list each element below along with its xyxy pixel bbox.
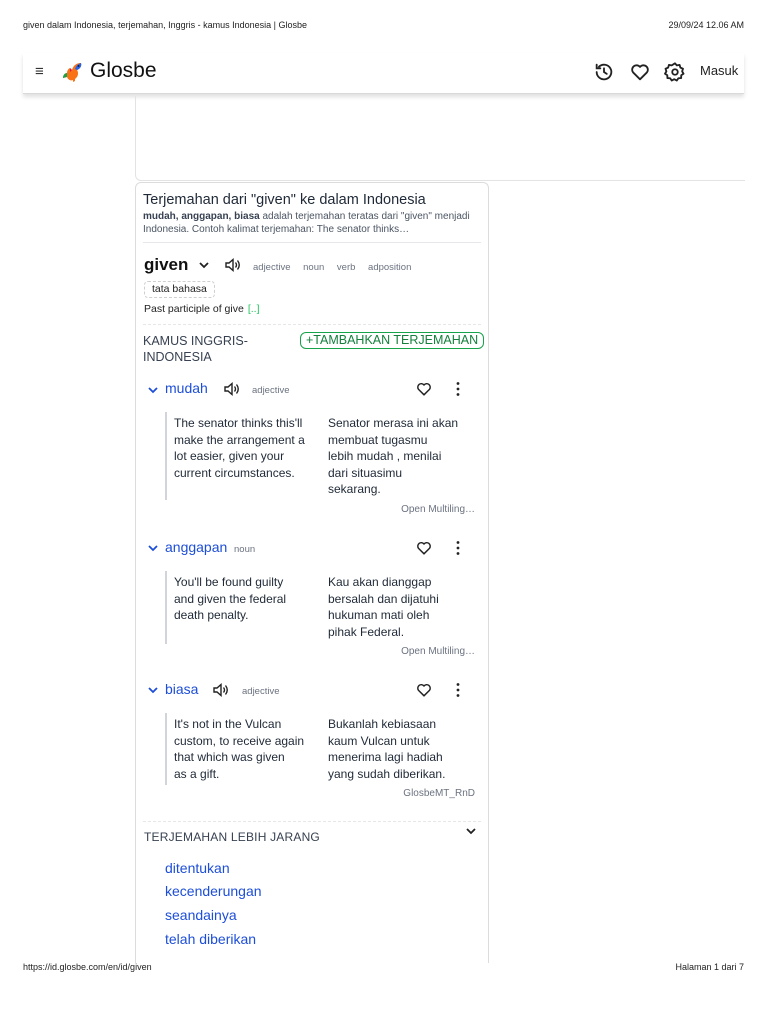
rare-translation-link[interactable]: seandainya <box>165 907 237 923</box>
app-header: ≡ Glosbe Masuk <box>23 53 744 94</box>
heart-icon[interactable] <box>415 682 433 698</box>
entry-pos: adjective <box>242 686 280 697</box>
definition-more-link[interactable]: [..] <box>248 303 260 315</box>
login-link[interactable]: Masuk <box>700 63 738 78</box>
part-of-speech-list: adjective noun verb adposition <box>253 262 417 273</box>
more-options-icon[interactable] <box>455 682 461 698</box>
headword: given <box>144 255 189 274</box>
chevron-down-icon[interactable] <box>198 259 210 271</box>
heart-icon[interactable] <box>629 61 651 83</box>
speaker-icon[interactable] <box>224 257 242 273</box>
example-english: You'll be found guilty and given the fed… <box>174 575 287 623</box>
entry-pos: adjective <box>252 385 290 396</box>
example-bar <box>165 571 167 644</box>
translation-card: Terjemahan dari "given" ke dalam Indones… <box>135 182 489 963</box>
example-english: It's not in the Vulcan custom, to receiv… <box>174 717 305 781</box>
translation-word[interactable]: biasa <box>165 681 198 697</box>
grammar-tag[interactable]: tata bahasa <box>144 281 215 298</box>
example-english: The senator thinks this'll make the arra… <box>174 416 305 480</box>
translation-word[interactable]: anggapan <box>165 539 227 555</box>
rare-translation-link[interactable]: telah diberikan <box>165 931 256 947</box>
example-bar <box>165 713 167 785</box>
print-page-title: given dalam Indonesia, terjemahan, Inggr… <box>23 20 307 30</box>
chevron-down-icon[interactable] <box>147 542 159 554</box>
pos-tag[interactable]: verb <box>337 262 355 273</box>
chevron-down-icon[interactable] <box>147 384 159 396</box>
example-source[interactable]: Open Multiling… <box>336 504 475 515</box>
definition: Past participle of give [..] <box>144 303 259 315</box>
divider <box>143 242 481 243</box>
entry-pos: noun <box>234 544 256 555</box>
definition-text: Past participle of give <box>144 303 244 315</box>
dictionary-label: KAMUS INGGRIS-INDONESIA <box>143 334 248 364</box>
more-options-icon[interactable] <box>455 381 461 397</box>
example-source[interactable]: GlosbeMT_RnD <box>336 788 475 799</box>
chevron-down-icon[interactable] <box>147 684 159 696</box>
rare-translation-link[interactable]: ditentukan <box>165 860 230 876</box>
print-datetime: 29/09/24 12.06 AM <box>668 20 744 30</box>
summary-top-translations: mudah, anggapan, biasa <box>143 211 260 222</box>
example-bar <box>165 412 167 500</box>
add-translation-button[interactable]: +TAMBAHKAN TERJEMAHAN <box>300 332 485 349</box>
example-indonesian: Kau akan dianggap bersalah dan dijatuhi … <box>328 575 439 639</box>
pos-tag[interactable]: adposition <box>368 262 411 273</box>
rare-translations-toggle[interactable]: TERJEMAHAN LEBIH JARANG <box>144 830 320 844</box>
example-source[interactable]: Open Multiling… <box>336 646 475 657</box>
speaker-icon[interactable] <box>223 381 241 397</box>
translation-word[interactable]: mudah <box>165 380 208 396</box>
heart-icon[interactable] <box>415 540 433 556</box>
chevron-down-icon[interactable] <box>465 825 477 837</box>
print-page-number: Halaman 1 dari 7 <box>675 962 744 972</box>
pos-tag[interactable]: noun <box>303 262 324 273</box>
gear-icon[interactable] <box>664 61 686 83</box>
divider <box>143 324 481 325</box>
card-title: Terjemahan dari "given" ke dalam Indones… <box>143 192 426 208</box>
print-url: https://id.glosbe.com/en/id/given <box>23 962 152 972</box>
menu-icon[interactable]: ≡ <box>35 63 44 81</box>
speaker-icon[interactable] <box>212 682 230 698</box>
app-name[interactable]: Glosbe <box>90 59 157 83</box>
divider <box>143 821 481 822</box>
ad-placeholder <box>135 96 745 181</box>
rare-translation-link[interactable]: kecenderungan <box>165 883 262 899</box>
more-options-icon[interactable] <box>455 540 461 556</box>
example-indonesian: Senator merasa ini akan membuat tugasmu … <box>328 416 459 497</box>
heart-icon[interactable] <box>415 381 433 397</box>
history-icon[interactable] <box>593 61 615 83</box>
card-summary: mudah, anggapan, biasa adalah terjemahan… <box>143 210 481 236</box>
example-indonesian: Bukanlah kebiasaan kaum Vulcan untuk men… <box>328 717 446 781</box>
glosbe-logo-icon[interactable] <box>61 60 85 84</box>
pos-tag[interactable]: adjective <box>253 262 291 273</box>
